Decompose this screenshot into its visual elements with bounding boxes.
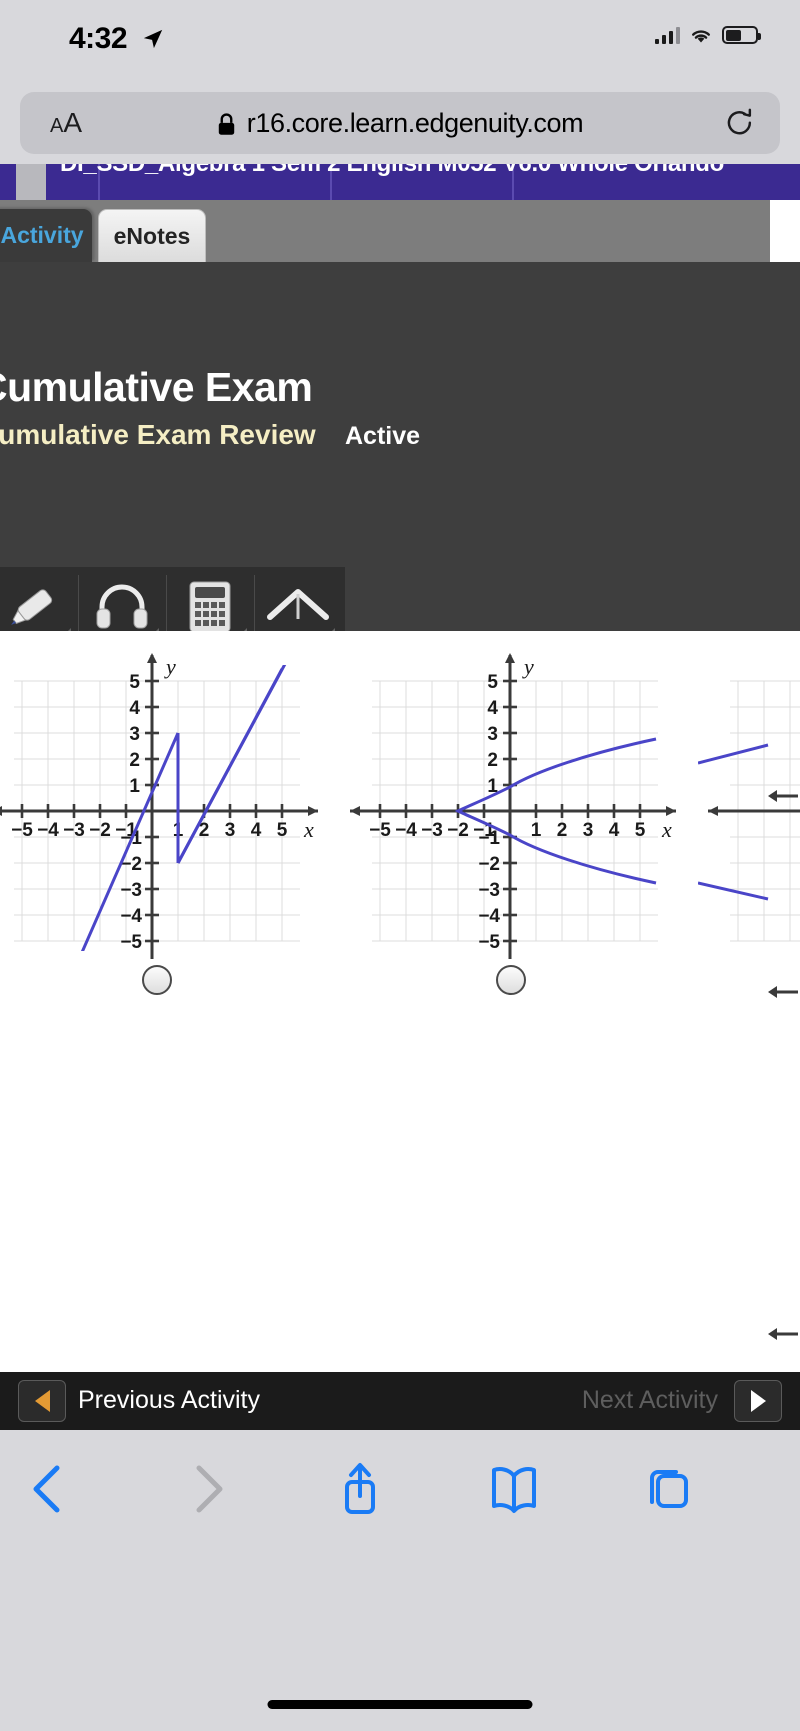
web-page-viewport: DI_SSD_Algebra 1 Sem 2 English M052 V6.0… xyxy=(0,164,800,1372)
svg-text:5: 5 xyxy=(277,820,288,841)
url-field[interactable]: AA r16.core.learn.edgenuity.com xyxy=(20,92,780,154)
svg-text:5: 5 xyxy=(487,672,498,693)
url-text: r16.core.learn.edgenuity.com xyxy=(246,108,584,138)
browser-back-button[interactable] xyxy=(26,1460,70,1518)
tabs-button[interactable] xyxy=(644,1460,692,1518)
lesson-subtitle: Cumulative Exam Review xyxy=(0,419,316,450)
tabs-icon xyxy=(650,1470,688,1508)
reload-icon[interactable] xyxy=(725,108,755,140)
next-activity-button[interactable] xyxy=(734,1380,782,1422)
safari-address-bar: AA r16.core.learn.edgenuity.com xyxy=(0,82,800,164)
answer-radio-a[interactable] xyxy=(142,965,172,995)
browser-forward-button[interactable] xyxy=(186,1460,230,1518)
svg-text:−5: −5 xyxy=(11,820,33,841)
svg-text:3: 3 xyxy=(225,820,236,841)
answer-graph-b: −5 −4 −3 −2 −1 1 2 3 4 5 5 4 3 2 1 −1 −2… xyxy=(340,641,690,995)
previous-activity-button[interactable] xyxy=(18,1380,66,1422)
svg-text:1: 1 xyxy=(531,820,542,841)
svg-text:4: 4 xyxy=(129,698,140,719)
svg-text:4: 4 xyxy=(609,820,620,841)
svg-text:−3: −3 xyxy=(421,820,443,841)
url-display: r16.core.learn.edgenuity.com xyxy=(20,108,780,139)
status-indicators xyxy=(654,26,761,44)
triangle-right-icon xyxy=(750,1390,766,1412)
svg-text:4: 4 xyxy=(487,698,498,719)
svg-text:−3: −3 xyxy=(120,880,142,901)
protractor-icon xyxy=(267,589,329,620)
svg-text:3: 3 xyxy=(129,724,140,745)
tab-enotes[interactable]: eNotes xyxy=(98,209,206,262)
svg-text:−5: −5 xyxy=(478,932,500,953)
status-badge: Active xyxy=(345,422,421,450)
svg-text:4: 4 xyxy=(251,820,262,841)
tab-activity-label: Activity xyxy=(0,222,84,248)
svg-text:3: 3 xyxy=(583,820,594,841)
lock-icon xyxy=(218,112,234,135)
lesson-header-panel: Cumulative Exam Cumulative Exam Review A… xyxy=(0,262,800,711)
home-indicator xyxy=(267,1700,533,1709)
activity-nav-bar: Previous Activity Next Activity xyxy=(0,1372,800,1430)
share-button[interactable] xyxy=(338,1460,382,1518)
scroll-arrow-left-icon-top xyxy=(768,790,798,802)
svg-text:−2: −2 xyxy=(447,820,469,841)
svg-text:2: 2 xyxy=(129,750,140,771)
graph-b-svg: −5 −4 −3 −2 −1 1 2 3 4 5 5 4 3 2 1 −1 −2… xyxy=(340,641,690,961)
course-nav-title: DI_SSD_Algebra 1 Sem 2 English M052 V6.0… xyxy=(60,164,800,178)
share-icon xyxy=(345,1463,375,1514)
highlighter-icon xyxy=(11,589,53,625)
svg-text:−4: −4 xyxy=(120,906,142,927)
home-icon[interactable] xyxy=(16,164,46,200)
bookmarks-button[interactable] xyxy=(490,1460,538,1518)
lesson-tab-strip: Activity eNotes xyxy=(0,200,770,262)
cellular-signal-icon xyxy=(654,26,680,44)
chevron-right-icon xyxy=(196,1465,223,1513)
svg-text:−3: −3 xyxy=(478,880,500,901)
svg-text:2: 2 xyxy=(557,820,568,841)
svg-text:−4: −4 xyxy=(37,820,59,841)
next-activity-label: Next Activity xyxy=(581,1386,718,1414)
graph-a-svg: −5 −4 −3 −2 −1 1 2 3 4 5 5 4 3 2 1 −1 −2… xyxy=(0,641,332,961)
page-title: Cumulative Exam xyxy=(0,364,313,410)
answer-graph-a: −5 −4 −3 −2 −1 1 2 3 4 5 5 4 3 2 1 −1 −2… xyxy=(0,641,332,995)
chevron-left-icon xyxy=(33,1465,60,1513)
svg-text:−5: −5 xyxy=(369,820,391,841)
svg-text:−1: −1 xyxy=(478,828,500,849)
calculator-icon xyxy=(189,581,231,633)
scroll-arrow-left-icon-bottom xyxy=(768,1328,798,1340)
svg-text:2: 2 xyxy=(487,750,498,771)
svg-text:5: 5 xyxy=(635,820,646,841)
battery-icon xyxy=(722,26,761,44)
svg-text:x: x xyxy=(661,817,672,842)
headphones-icon xyxy=(96,584,148,629)
svg-text:5: 5 xyxy=(129,672,140,693)
scroll-arrow-left-icon-mid xyxy=(768,986,798,998)
ios-status-bar: 4:32 xyxy=(0,0,800,82)
book-icon xyxy=(492,1467,536,1513)
status-time: 4:32 xyxy=(69,22,128,55)
svg-text:−2: −2 xyxy=(89,820,111,841)
previous-activity-label[interactable]: Previous Activity xyxy=(78,1386,260,1415)
svg-text:3: 3 xyxy=(487,724,498,745)
svg-text:y: y xyxy=(164,654,176,679)
svg-text:1: 1 xyxy=(129,776,140,797)
triangle-left-icon xyxy=(34,1390,50,1412)
answer-choices-area: −5 −4 −3 −2 −1 1 2 3 4 5 5 4 3 2 1 −1 −2… xyxy=(0,631,800,1372)
svg-text:−5: −5 xyxy=(120,932,142,953)
answer-radio-b[interactable] xyxy=(496,965,526,995)
svg-text:−4: −4 xyxy=(478,906,500,927)
svg-text:−4: −4 xyxy=(395,820,417,841)
tab-enotes-label: eNotes xyxy=(113,222,191,249)
screen-root: 4:32 AA r16.core.learn.edgenuity.com Act… xyxy=(0,0,800,1731)
svg-text:−2: −2 xyxy=(478,854,500,875)
svg-text:x: x xyxy=(303,817,314,842)
tab-activity[interactable]: Activity xyxy=(0,209,92,262)
svg-text:y: y xyxy=(522,654,534,679)
svg-text:−3: −3 xyxy=(63,820,85,841)
wifi-icon xyxy=(692,30,710,43)
course-nav-bar[interactable]: DI_SSD_Algebra 1 Sem 2 English M052 V6.0… xyxy=(0,164,800,200)
safari-bottom-toolbar xyxy=(0,1430,800,1731)
location-arrow-icon xyxy=(143,29,163,49)
